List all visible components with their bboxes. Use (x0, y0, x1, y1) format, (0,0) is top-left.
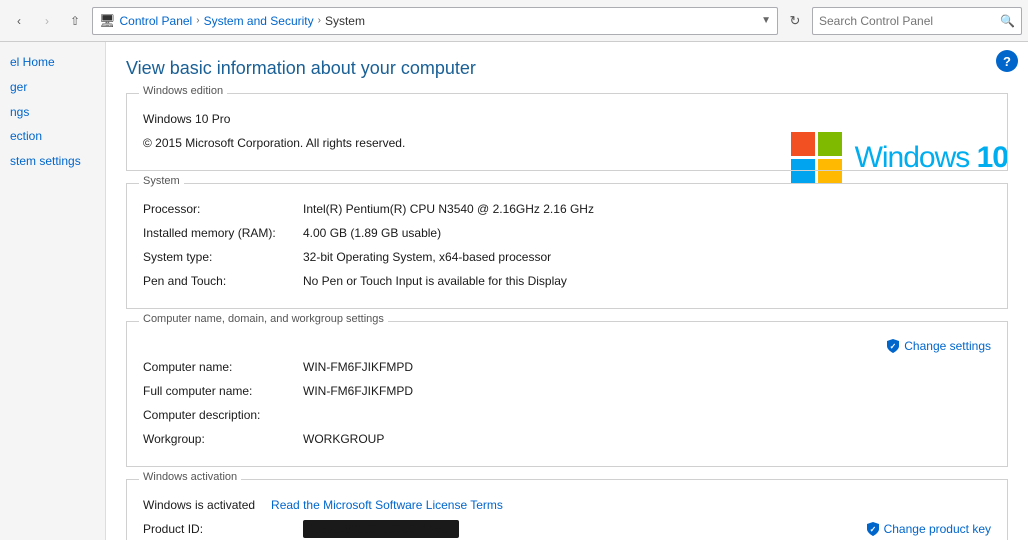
pen-touch-value: No Pen or Touch Input is available for t… (303, 272, 567, 290)
pen-touch-label: Pen and Touch: (143, 272, 303, 290)
system-section-label: System (139, 175, 184, 187)
sidebar: el Home ger ngs ection stem settings (0, 42, 106, 540)
edition-copyright: © 2015 Microsoft Corporation. All rights… (143, 134, 405, 152)
processor-row: Processor: Intel(R) Pentium(R) CPU N3540… (143, 200, 991, 218)
nav-buttons: ‹ › ⇧ (6, 8, 88, 34)
content-area: ? View basic information about your comp… (106, 42, 1028, 540)
full-computer-name-value: WIN-FM6FJIKFMPD (303, 382, 413, 400)
windows-edition-label: Windows edition (139, 85, 227, 97)
license-terms-link[interactable]: Read the Microsoft Software License Term… (271, 496, 503, 514)
network-section-body: ✓ Change settings Computer name: WIN-FM6… (127, 322, 1007, 466)
system-type-value: 32-bit Operating System, x64-based proce… (303, 248, 551, 266)
workgroup-value: WORKGROUP (303, 430, 384, 448)
breadcrumb-sep-2: › (318, 15, 321, 26)
breadcrumb-sep-1: › (196, 15, 199, 26)
search-input[interactable] (819, 14, 996, 28)
svg-text:✓: ✓ (869, 525, 876, 534)
pen-touch-row: Pen and Touch: No Pen or Touch Input is … (143, 272, 991, 290)
computer-desc-row: Computer description: (143, 406, 991, 424)
processor-value: Intel(R) Pentium(R) CPU N3540 @ 2.16GHz … (303, 200, 594, 218)
full-computer-name-row: Full computer name: WIN-FM6FJIKFMPD (143, 382, 991, 400)
change-settings-label: Change settings (904, 339, 991, 353)
product-id-value: 00330-80000-00000-AA604 (303, 520, 459, 538)
search-icon[interactable]: 🔍 (1000, 14, 1015, 28)
sidebar-item-home[interactable]: el Home (0, 50, 105, 75)
product-id-row: Product ID: 00330-80000-00000-AA604 ✓ Ch… (143, 520, 991, 538)
search-bar: 🔍 (812, 7, 1022, 35)
workgroup-row: Workgroup: WORKGROUP (143, 430, 991, 448)
ram-value: 4.00 GB (1.89 GB usable) (303, 224, 441, 242)
shield-icon: ✓ (886, 338, 900, 354)
back-button[interactable]: ‹ (6, 8, 32, 34)
change-settings-container: ✓ Change settings (143, 338, 991, 354)
shield-key-icon: ✓ (866, 521, 880, 537)
sidebar-item-settings[interactable]: ngs (0, 100, 105, 125)
help-button[interactable]: ? (996, 50, 1018, 72)
breadcrumb-chevron-icon[interactable]: ▼ (761, 15, 771, 26)
system-section: System Processor: Intel(R) Pentium(R) CP… (126, 183, 1008, 309)
product-id-label: Product ID: (143, 520, 303, 538)
activation-section-label: Windows activation (139, 471, 241, 483)
windows-edition-section: Windows edition Windows 10 Pro © 2015 Mi… (126, 93, 1008, 171)
sidebar-item-manager[interactable]: ger (0, 75, 105, 100)
windows-edition-body: Windows 10 Pro © 2015 Microsoft Corporat… (127, 94, 1007, 170)
breadcrumb-control-panel[interactable]: Control Panel (120, 14, 193, 28)
processor-label: Processor: (143, 200, 303, 218)
network-section: Computer name, domain, and workgroup set… (126, 321, 1008, 467)
ram-row: Installed memory (RAM): 4.00 GB (1.89 GB… (143, 224, 991, 242)
refresh-button[interactable]: ↻ (782, 8, 808, 34)
computer-name-value: WIN-FM6FJIKFMPD (303, 358, 413, 376)
edition-copyright-row: © 2015 Microsoft Corporation. All rights… (143, 134, 991, 152)
change-settings-link[interactable]: ✓ Change settings (886, 338, 991, 354)
up-button[interactable]: ⇧ (62, 8, 88, 34)
main-layout: el Home ger ngs ection stem settings ? V… (0, 42, 1028, 540)
ram-label: Installed memory (RAM): (143, 224, 303, 242)
computer-name-label: Computer name: (143, 358, 303, 376)
page-title: View basic information about your comput… (126, 58, 1008, 79)
edition-name: Windows 10 Pro (143, 110, 230, 128)
sidebar-item-system-settings[interactable]: stem settings (0, 149, 105, 174)
computer-desc-label: Computer description: (143, 406, 303, 424)
change-key-link[interactable]: ✓ Change product key (866, 520, 991, 538)
system-type-row: System type: 32-bit Operating System, x6… (143, 248, 991, 266)
sidebar-item-protection[interactable]: ection (0, 124, 105, 149)
activation-status: Windows is activated (143, 496, 255, 514)
breadcrumb-home-icon: 🖥 (99, 13, 116, 29)
breadcrumb-bar: 🖥 Control Panel › System and Security › … (92, 7, 778, 35)
computer-name-row: Computer name: WIN-FM6FJIKFMPD (143, 358, 991, 376)
activation-section-body: Windows is activated Read the Microsoft … (127, 480, 1007, 540)
system-type-label: System type: (143, 248, 303, 266)
workgroup-label: Workgroup: (143, 430, 303, 448)
breadcrumb-system: System (325, 14, 365, 28)
full-computer-name-label: Full computer name: (143, 382, 303, 400)
activation-status-row: Windows is activated Read the Microsoft … (143, 496, 991, 514)
network-section-label: Computer name, domain, and workgroup set… (139, 313, 388, 325)
svg-text:✓: ✓ (890, 342, 897, 351)
change-key-label: Change product key (884, 520, 991, 538)
address-bar: ‹ › ⇧ 🖥 Control Panel › System and Secur… (0, 0, 1028, 42)
breadcrumb-system-security[interactable]: System and Security (204, 14, 314, 28)
forward-button[interactable]: › (34, 8, 60, 34)
system-section-body: Processor: Intel(R) Pentium(R) CPU N3540… (127, 184, 1007, 308)
edition-name-row: Windows 10 Pro (143, 110, 991, 128)
activation-section: Windows activation Windows is activated … (126, 479, 1008, 540)
